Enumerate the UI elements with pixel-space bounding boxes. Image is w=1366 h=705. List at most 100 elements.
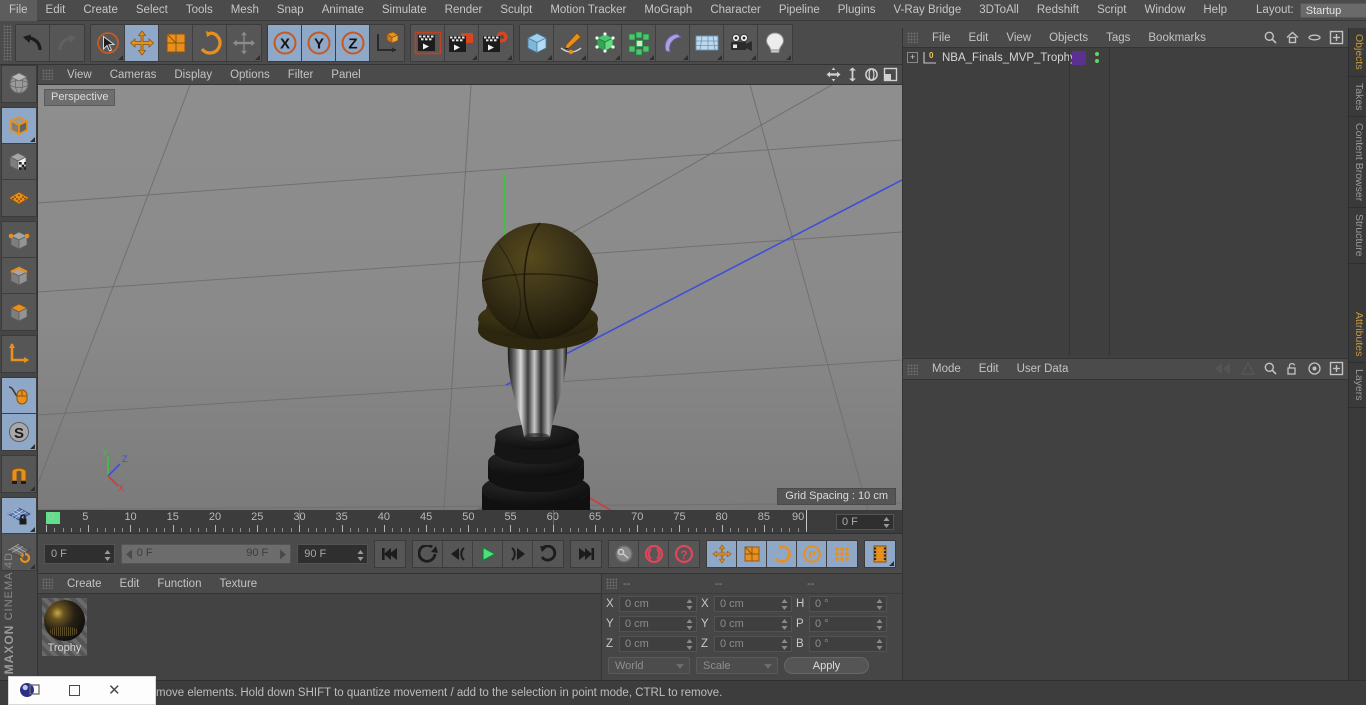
range-left-arrow-icon[interactable] bbox=[125, 549, 134, 563]
tab-takes[interactable]: Takes bbox=[1349, 77, 1366, 118]
model-mode-button[interactable] bbox=[1, 108, 36, 144]
coord-input-pos-z[interactable]: 0 cm bbox=[619, 636, 697, 652]
timeline-ruler[interactable]: 051015202530354045505560657075808590 bbox=[46, 509, 836, 534]
uv-mode-button[interactable] bbox=[1, 180, 36, 216]
position-key-button[interactable] bbox=[707, 540, 738, 567]
tool-overflow-corner[interactable] bbox=[29, 137, 35, 142]
material-grip[interactable] bbox=[42, 578, 53, 589]
tool-overflow-corner[interactable] bbox=[29, 486, 35, 491]
step-forward-button[interactable] bbox=[503, 540, 534, 567]
coord-input-size-z[interactable]: 0 cm bbox=[714, 636, 792, 652]
menu-item-character[interactable]: Character bbox=[701, 0, 770, 21]
move-axis-button[interactable] bbox=[227, 24, 261, 61]
object-column-separator[interactable] bbox=[1069, 48, 1070, 356]
tab-attributes[interactable]: Attributes bbox=[1349, 306, 1366, 364]
attributes-menu-edit[interactable]: Edit bbox=[970, 359, 1008, 380]
texture-mode-button[interactable] bbox=[1, 144, 36, 180]
spinner-icon[interactable] bbox=[104, 549, 111, 561]
previous-keyframe-button[interactable] bbox=[413, 540, 444, 567]
viewport-menu-options[interactable]: Options bbox=[221, 65, 279, 85]
spinner-icon[interactable] bbox=[876, 619, 883, 630]
material-menu-function[interactable]: Function bbox=[148, 574, 210, 594]
parameter-key-button[interactable]: P bbox=[797, 540, 828, 567]
tool-overflow-corner[interactable] bbox=[507, 54, 512, 60]
tool-overflow-corner[interactable] bbox=[615, 54, 620, 60]
menu-item-help[interactable]: Help bbox=[1194, 0, 1236, 21]
add-icon[interactable] bbox=[1329, 361, 1344, 379]
menu-item-redshift[interactable]: Redshift bbox=[1028, 0, 1088, 21]
spinner-icon[interactable] bbox=[876, 639, 883, 650]
preview-range-slider[interactable]: 0 F 90 F bbox=[120, 543, 292, 564]
axis-mode-button[interactable] bbox=[1, 336, 36, 372]
coord-input-rot-h[interactable]: 0 ° bbox=[809, 596, 887, 612]
floor-environment-button[interactable] bbox=[690, 24, 724, 61]
menu-item-3dtoall[interactable]: 3DToAll bbox=[970, 0, 1028, 21]
tool-overflow-corner[interactable] bbox=[29, 444, 35, 449]
polygons-mode-button[interactable] bbox=[1, 294, 36, 330]
axis-y-button[interactable]: Y bbox=[302, 24, 336, 61]
axis-x-button[interactable]: X bbox=[268, 24, 302, 61]
object-layer-swatch[interactable] bbox=[1072, 50, 1086, 65]
coordinates-grip[interactable] bbox=[606, 578, 617, 589]
world-coordinate-system-button[interactable] bbox=[370, 24, 404, 61]
material-item[interactable]: Trophy bbox=[42, 598, 87, 656]
material-menu-texture[interactable]: Texture bbox=[210, 574, 266, 594]
s-compass-button[interactable]: S bbox=[1, 414, 36, 450]
home-icon[interactable] bbox=[1285, 30, 1300, 48]
search-icon[interactable] bbox=[1263, 361, 1278, 379]
record-active-objects-button[interactable] bbox=[609, 540, 640, 567]
target-icon[interactable] bbox=[1307, 361, 1322, 379]
menu-item-pipeline[interactable]: Pipeline bbox=[770, 0, 829, 21]
menu-item-sculpt[interactable]: Sculpt bbox=[491, 0, 541, 21]
menu-item-tools[interactable]: Tools bbox=[177, 0, 222, 21]
timeline-toggle-button[interactable] bbox=[865, 540, 896, 567]
autokeying-button[interactable] bbox=[639, 540, 670, 567]
object-menu-bookmarks[interactable]: Bookmarks bbox=[1139, 28, 1215, 48]
material-menu-edit[interactable]: Edit bbox=[111, 574, 149, 594]
tab-content-browser[interactable]: Content Browser bbox=[1349, 117, 1366, 209]
object-menu-view[interactable]: View bbox=[997, 28, 1040, 48]
expand-toggle[interactable]: + bbox=[907, 52, 918, 63]
tool-overflow-corner[interactable] bbox=[29, 564, 35, 569]
menu-item-snap[interactable]: Snap bbox=[268, 0, 313, 21]
tool-overflow-corner[interactable] bbox=[649, 54, 654, 60]
menu-item-simulate[interactable]: Simulate bbox=[373, 0, 436, 21]
scale-tool-button[interactable] bbox=[159, 24, 193, 61]
pan-icon[interactable] bbox=[826, 67, 841, 85]
tool-overflow-corner[interactable] bbox=[547, 54, 552, 60]
spinner-icon[interactable] bbox=[686, 599, 693, 610]
menu-item-window[interactable]: Window bbox=[1135, 0, 1194, 21]
redo-button[interactable] bbox=[50, 24, 84, 61]
coord-input-pos-y[interactable]: 0 cm bbox=[619, 616, 697, 632]
object-menu-file[interactable]: File bbox=[923, 28, 960, 48]
viewport-menu-display[interactable]: Display bbox=[165, 65, 221, 85]
loop-playback-button[interactable] bbox=[533, 540, 564, 567]
nav-up-icon[interactable] bbox=[1240, 361, 1256, 379]
tool-overflow-corner[interactable] bbox=[472, 54, 477, 60]
spinner-icon[interactable] bbox=[781, 619, 788, 630]
coord-input-rot-p[interactable]: 0 ° bbox=[809, 616, 887, 632]
coordinate-mode-dropdown[interactable]: Scale bbox=[696, 657, 778, 674]
maximize-icon[interactable] bbox=[883, 67, 898, 85]
range-right-arrow-icon[interactable] bbox=[278, 549, 287, 563]
menu-item-mograph[interactable]: MoGraph bbox=[635, 0, 701, 21]
lock-icon[interactable] bbox=[1285, 361, 1300, 379]
maximize-window-button[interactable] bbox=[69, 685, 80, 696]
dolly-icon[interactable] bbox=[845, 67, 860, 85]
attributes-menu-user-data[interactable]: User Data bbox=[1008, 359, 1078, 380]
ellipse-icon[interactable] bbox=[1307, 30, 1322, 48]
spinner-icon[interactable] bbox=[876, 599, 883, 610]
viewport-menu-filter[interactable]: Filter bbox=[279, 65, 323, 85]
material-menu-create[interactable]: Create bbox=[58, 574, 111, 594]
object-menu-tags[interactable]: Tags bbox=[1097, 28, 1139, 48]
mouse-spline-button[interactable] bbox=[1, 378, 36, 414]
menu-item-animate[interactable]: Animate bbox=[313, 0, 373, 21]
menu-item-vray-bridge[interactable]: V-Ray Bridge bbox=[884, 0, 970, 21]
tool-overflow-corner[interactable] bbox=[786, 54, 791, 60]
move-tool-button[interactable] bbox=[125, 24, 159, 61]
tool-overflow-corner[interactable] bbox=[751, 54, 756, 60]
coord-input-size-y[interactable]: 0 cm bbox=[714, 616, 792, 632]
layout-dropdown[interactable]: Startup bbox=[1299, 2, 1366, 18]
make-editable-button[interactable] bbox=[1, 66, 36, 102]
viewport-grip[interactable] bbox=[42, 69, 53, 80]
